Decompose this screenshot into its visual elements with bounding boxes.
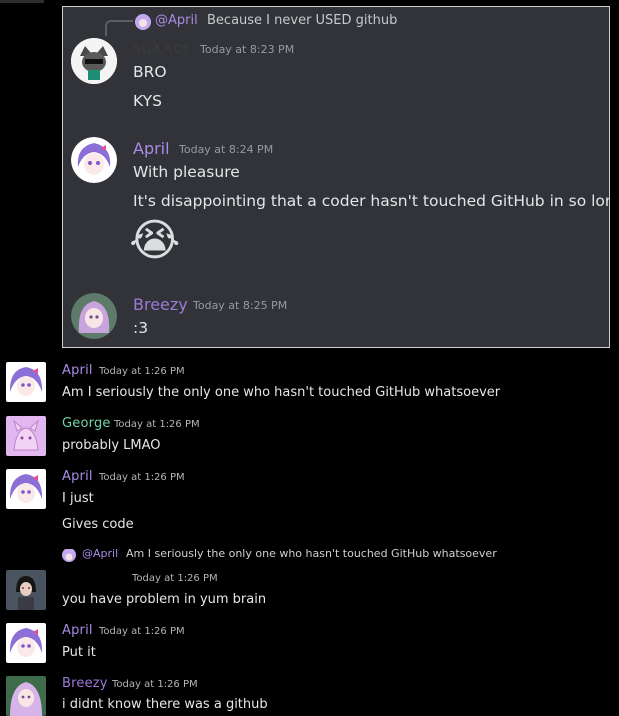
- message-text: :3: [133, 319, 149, 337]
- author-name[interactable]: April: [62, 623, 93, 638]
- avatar[interactable]: [6, 416, 46, 456]
- author-name[interactable]: George: [62, 416, 111, 431]
- message-text: you have problem in yum brain: [62, 592, 267, 607]
- avatar[interactable]: [6, 362, 46, 402]
- embedded-screenshot: @April Because I never USED github suXXo…: [62, 6, 610, 348]
- top-edge-mark: [0, 0, 44, 3]
- timestamp: Today at 1:26 PM: [132, 573, 218, 584]
- message-text: KYS: [133, 92, 162, 110]
- message-text: With pleasure: [133, 163, 240, 181]
- reply-avatar-icon: [135, 14, 151, 30]
- avatar[interactable]: [6, 676, 46, 716]
- message-text: Gives code: [62, 517, 134, 532]
- reply-connector: [105, 20, 133, 36]
- avatar[interactable]: [71, 137, 117, 183]
- message-text: I just: [62, 491, 94, 506]
- avatar[interactable]: [71, 293, 117, 339]
- reply-preview-text[interactable]: Am I seriously the only one who hasn't t…: [126, 547, 497, 560]
- author-name[interactable]: Breezy: [133, 295, 188, 314]
- author-name[interactable]: suXXor: [133, 38, 190, 57]
- reply-avatar-icon: [62, 548, 76, 562]
- timestamp: Today at 8:24 PM: [179, 143, 274, 156]
- loudly-crying-emoji-icon[interactable]: 😭: [129, 217, 180, 265]
- reply-preview-text[interactable]: Because I never USED github: [207, 13, 397, 28]
- author-name[interactable]: April: [62, 363, 93, 378]
- timestamp: Today at 8:23 PM: [200, 43, 295, 56]
- timestamp: Today at 1:26 PM: [99, 472, 185, 483]
- timestamp: Today at 1:26 PM: [99, 626, 185, 637]
- message-text: It's disappointing that a coder hasn't t…: [133, 192, 610, 210]
- avatar[interactable]: [71, 38, 117, 84]
- avatar[interactable]: [6, 623, 46, 663]
- message-text: Am I seriously the only one who hasn't t…: [62, 385, 501, 400]
- reply-mention[interactable]: @April: [155, 13, 198, 28]
- reply-mention[interactable]: @April: [82, 547, 118, 560]
- avatar[interactable]: [6, 469, 46, 509]
- message-text: Put it: [62, 645, 96, 660]
- message-text: i didnt know there was a github: [62, 697, 268, 712]
- timestamp: Today at 8:25 PM: [193, 299, 288, 312]
- timestamp: Today at 1:26 PM: [99, 366, 185, 377]
- message-text: BRO: [133, 63, 167, 81]
- message-text: probably LMAO: [62, 438, 161, 453]
- author-name[interactable]: Breezy: [62, 676, 108, 691]
- avatar[interactable]: [6, 570, 46, 610]
- author-name[interactable]: April: [62, 469, 93, 484]
- author-name[interactable]: April: [133, 139, 170, 158]
- timestamp: Today at 1:26 PM: [114, 419, 200, 430]
- timestamp: Today at 1:26 PM: [112, 679, 198, 690]
